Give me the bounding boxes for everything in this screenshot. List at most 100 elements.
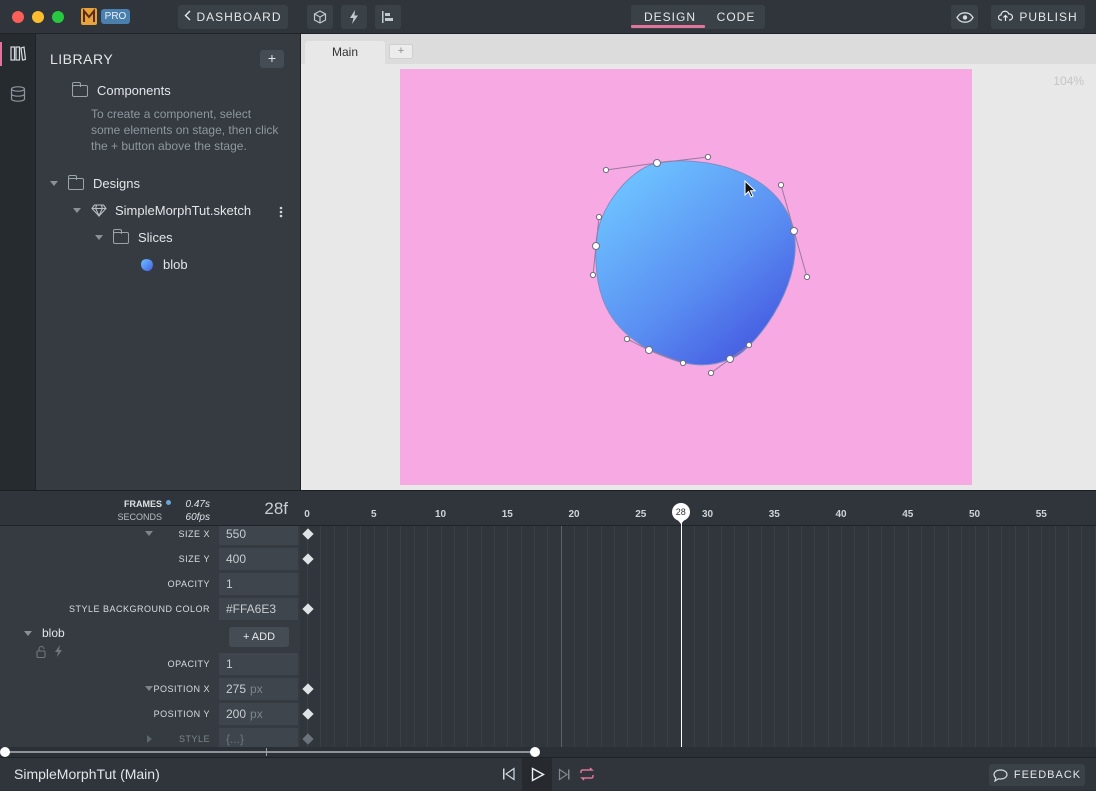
frame-gridline — [1067, 526, 1069, 747]
property-label: POSITION X — [153, 684, 210, 694]
pro-badge: PRO — [101, 9, 130, 24]
database-icon[interactable] — [10, 86, 26, 107]
property-value-input[interactable]: #FFA6E3 — [219, 598, 298, 620]
cube-icon[interactable] — [307, 5, 333, 29]
frame-gridline — [774, 526, 776, 747]
add-component-button[interactable]: + — [260, 50, 284, 68]
more-options-icon[interactable] — [276, 205, 286, 219]
property-value-input[interactable]: 200 px — [219, 703, 298, 725]
tree-item-sketch-file[interactable]: SimpleMorphTut.sketch — [73, 203, 251, 218]
dashboard-label: DASHBOARD — [196, 10, 282, 24]
frame-gridline — [640, 526, 642, 747]
feedback-label: FEEDBACK — [1013, 769, 1082, 781]
unlock-icon[interactable] — [36, 645, 47, 663]
range-end-handle[interactable] — [530, 747, 540, 757]
frame-gridline — [520, 526, 522, 747]
frame-gridline — [707, 526, 709, 747]
skip-forward-icon[interactable] — [558, 768, 571, 786]
tree-item-label: Designs — [93, 176, 140, 191]
caret-down-icon[interactable] — [24, 630, 32, 636]
blob-vector[interactable] — [400, 69, 972, 485]
frame-gridline — [814, 526, 816, 747]
keyframe-marker[interactable] — [302, 603, 314, 615]
keyframe-marker[interactable] — [302, 683, 314, 695]
frame-gridline — [574, 526, 575, 747]
property-value-input[interactable]: 275 px — [219, 678, 298, 700]
keyframe-marker[interactable] — [302, 708, 314, 720]
ruler-tick: 20 — [568, 509, 580, 520]
frame-gridline — [1094, 526, 1096, 747]
skip-back-icon[interactable] — [502, 767, 516, 786]
keyframe-track[interactable] — [300, 526, 1096, 747]
ruler-tick: 10 — [434, 509, 447, 520]
property-value-input[interactable]: 1 — [219, 573, 298, 595]
tab-main[interactable]: Main — [305, 41, 385, 64]
caret-down-icon[interactable] — [145, 531, 153, 536]
playhead[interactable] — [680, 503, 682, 747]
ruler-tick: 45 — [902, 509, 914, 520]
keyframe-marker[interactable] — [302, 553, 314, 565]
minimize-window-button[interactable] — [32, 11, 44, 23]
frame-gridline — [467, 526, 469, 747]
property-value-input[interactable]: 400 — [219, 548, 298, 570]
property-value-input[interactable]: {...} — [219, 728, 298, 747]
caret-down-icon[interactable] — [95, 235, 103, 240]
upload-icon — [998, 10, 1014, 25]
frame-gridline — [800, 526, 802, 747]
tree-item-slices[interactable]: Slices — [95, 228, 173, 245]
frame-gridline — [667, 526, 669, 747]
frame-gridline — [614, 526, 616, 747]
lightning-icon[interactable] — [341, 5, 367, 29]
blob-shape[interactable] — [595, 160, 796, 366]
frame-gridline — [507, 526, 509, 747]
frame-gridline — [427, 526, 429, 747]
publish-button[interactable]: PUBLISH — [991, 5, 1085, 29]
frame-gridline — [787, 526, 789, 747]
property-value-input[interactable]: 550 — [219, 526, 298, 545]
app-logo-icon — [81, 8, 97, 25]
frame-gridline — [400, 526, 402, 747]
caret-right-icon[interactable] — [147, 735, 152, 743]
timeline-header: FRAMES SECONDS 0.47s 60fps 28f 0 5 10 15 20 2… — [0, 490, 1096, 526]
frame-gridline — [747, 526, 749, 747]
mouse-cursor-icon — [744, 180, 756, 198]
close-window-button[interactable] — [12, 11, 24, 23]
frame-gridline — [881, 526, 883, 747]
ruler-tick: 30 — [701, 509, 714, 520]
tab-code[interactable]: CODE — [708, 5, 764, 29]
tree-item-label: Slices — [138, 230, 173, 245]
keyframe-marker[interactable] — [302, 733, 314, 745]
timeline-range-bar[interactable] — [0, 747, 1096, 757]
play-button[interactable] — [522, 758, 552, 791]
left-rail — [0, 34, 36, 490]
add-property-button[interactable]: + ADD — [229, 627, 289, 647]
ruler-tick: 35 — [768, 509, 780, 520]
range-start-handle[interactable] — [0, 747, 10, 757]
keyframe-marker[interactable] — [302, 528, 314, 540]
layer-row-blob[interactable]: blob — [24, 626, 65, 640]
frame-gridline — [734, 526, 736, 747]
frame-ruler[interactable]: 0 5 10 15 20 25 30 35 40 45 50 55 — [0, 491, 1096, 527]
property-value-input[interactable]: 1 — [219, 653, 298, 675]
align-icon[interactable] — [375, 5, 401, 29]
blob-thumbnail-icon — [140, 258, 154, 272]
add-page-button[interactable]: + — [389, 44, 413, 59]
frame-gridline — [587, 526, 589, 747]
loop-icon[interactable] — [579, 767, 595, 786]
caret-down-icon[interactable] — [145, 686, 153, 691]
tree-item-designs[interactable]: Designs — [50, 174, 140, 191]
feedback-button[interactable]: FEEDBACK — [989, 764, 1085, 786]
tree-item-components[interactable]: Components — [72, 81, 171, 98]
tree-item-blob[interactable]: blob — [140, 257, 188, 272]
property-value: #FFA6E3 — [226, 602, 277, 616]
caret-down-icon[interactable] — [50, 181, 58, 186]
zoom-level[interactable]: 104% — [1040, 74, 1084, 88]
lightning-icon[interactable] — [55, 644, 63, 662]
caret-down-icon[interactable] — [73, 208, 81, 213]
zoom-window-button[interactable] — [52, 11, 64, 23]
layers-icon[interactable] — [10, 46, 27, 66]
frame-gridline — [947, 526, 949, 747]
dashboard-button[interactable]: DASHBOARD — [178, 5, 288, 29]
folder-icon — [113, 228, 129, 244]
eye-icon[interactable] — [951, 5, 978, 29]
